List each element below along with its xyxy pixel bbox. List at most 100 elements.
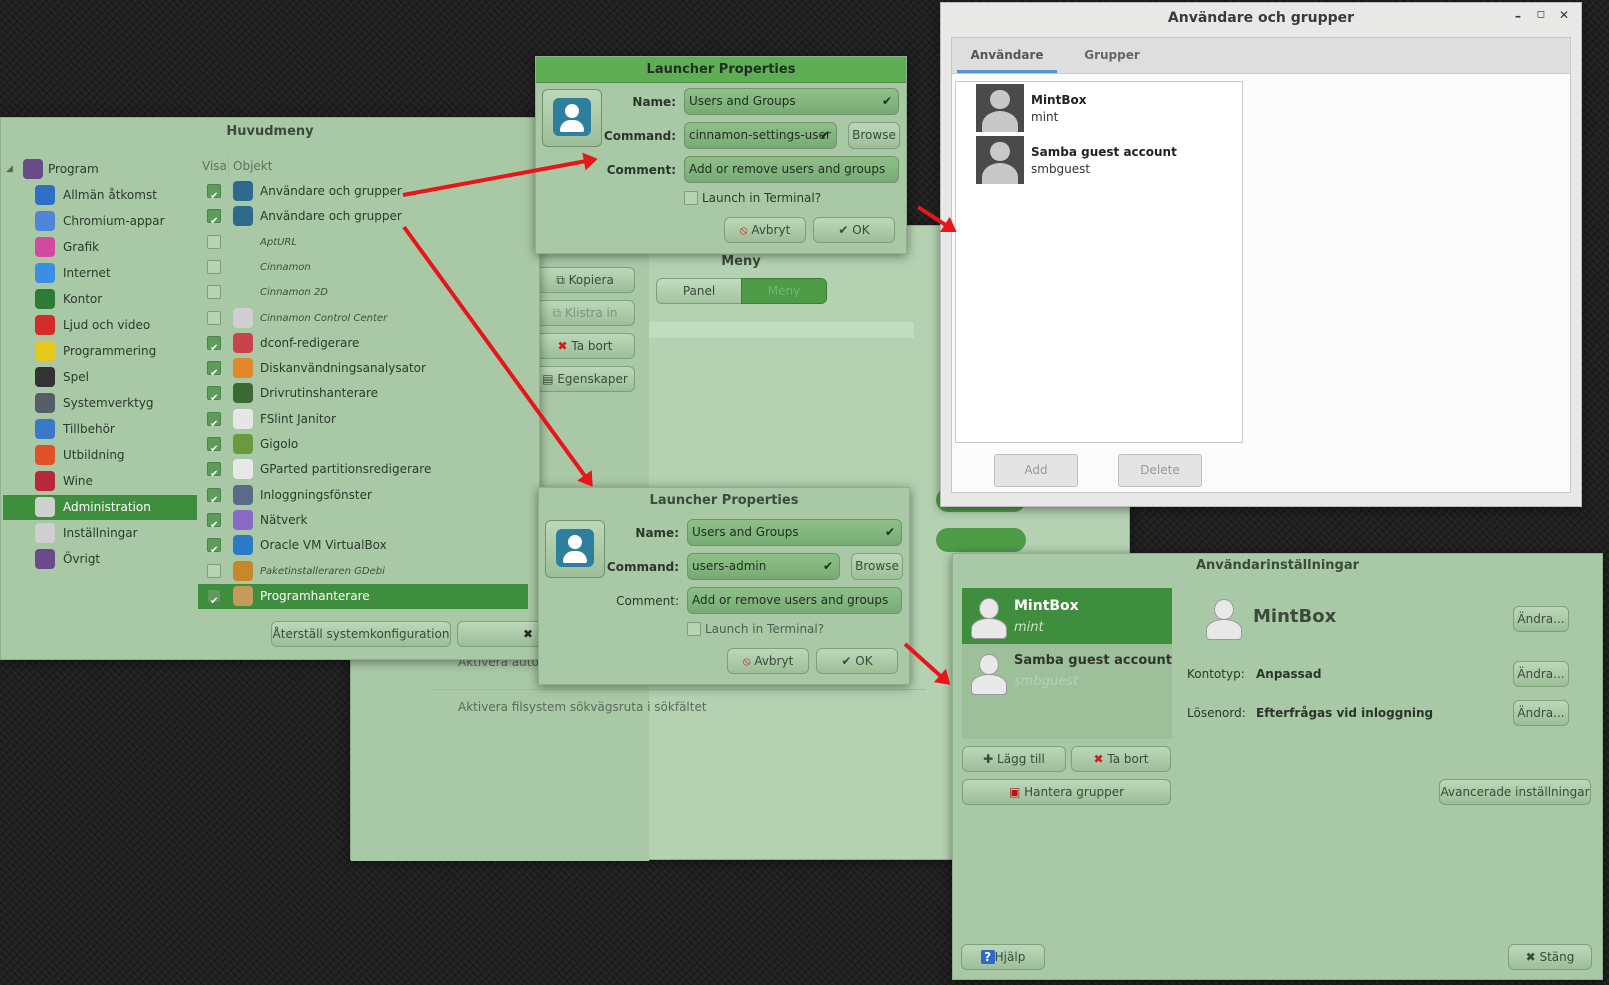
show-checkbox[interactable] xyxy=(207,285,221,300)
column-header-show[interactable]: Visa xyxy=(202,159,227,173)
paste-button[interactable]: ⧉ Klistra in xyxy=(535,300,635,326)
sidebar-item-allmän-åtkomst[interactable]: Allmän åtkomst xyxy=(3,183,197,208)
close-button[interactable]: ✖ xyxy=(457,621,539,647)
remove-user-button[interactable]: ✖ Ta bort xyxy=(1071,746,1171,772)
show-checkbox[interactable] xyxy=(207,386,221,411)
window-title: Huvudmeny xyxy=(226,124,314,139)
list-item[interactable]: MintBox mint xyxy=(962,588,1172,644)
show-checkbox[interactable] xyxy=(207,335,221,361)
browse-button[interactable]: Browse xyxy=(848,122,900,149)
show-checkbox[interactable] xyxy=(207,184,221,209)
launch-in-terminal-checkbox[interactable] xyxy=(684,191,698,205)
comment-field[interactable]: Add or remove users and groups xyxy=(687,587,902,614)
list-item[interactable]: Gigolo xyxy=(198,432,528,462)
minimize-icon[interactable]: – xyxy=(1515,9,1521,23)
check-icon: ✔ xyxy=(819,128,830,142)
sidebar-item-inställningar[interactable]: Inställningar xyxy=(3,521,197,546)
show-checkbox[interactable] xyxy=(207,209,221,234)
show-checkbox[interactable] xyxy=(207,538,221,563)
help-button[interactable]: ? Hjälp xyxy=(961,944,1045,970)
tab-panel[interactable]: Panel xyxy=(656,278,742,304)
copy-button[interactable]: ⧉ Kopiera xyxy=(535,267,635,293)
change-avatar-button[interactable]: Ändra... xyxy=(1513,606,1569,632)
list-item[interactable]: Samba guest account smbguest xyxy=(962,644,1172,700)
show-checkbox[interactable] xyxy=(207,487,221,513)
list-item[interactable]: Programhanterare xyxy=(198,583,528,610)
list-item[interactable]: Cinnamon xyxy=(198,255,528,280)
sidebar-item-ljud-och-video[interactable]: Ljud och video xyxy=(3,313,197,338)
list-item[interactable]: dconf-redigerare xyxy=(198,331,528,361)
sidebar-item-utbildning[interactable]: Utbildning xyxy=(3,443,197,468)
name-field[interactable]: Users and Groups ✔ xyxy=(687,519,902,546)
list-item[interactable]: Drivrutinshanterare xyxy=(198,381,528,411)
column-header-object[interactable]: Objekt xyxy=(233,159,272,173)
tab-meny[interactable]: Meny xyxy=(741,278,827,304)
launcher-icon-button[interactable] xyxy=(542,89,602,147)
sidebar-item-övrigt[interactable]: Övrigt xyxy=(3,547,197,572)
launcher-icon-button[interactable] xyxy=(545,520,605,578)
sidebar-item-systemverktyg[interactable]: Systemverktyg xyxy=(3,391,197,416)
sidebar-item-administration[interactable]: Administration xyxy=(3,495,197,520)
list-item[interactable]: GParted partitionsredigerare xyxy=(198,457,528,487)
show-checkbox[interactable] xyxy=(207,588,221,610)
tab-groups[interactable]: Grupper xyxy=(1067,37,1157,73)
sidebar-item-grafik[interactable]: Grafik xyxy=(3,235,197,260)
delete-button[interactable]: ✖ Ta bort xyxy=(535,333,635,359)
list-item[interactable]: Användare och grupper xyxy=(198,204,528,234)
toggle-switch[interactable] xyxy=(936,528,1026,552)
list-item[interactable]: Cinnamon 2D xyxy=(198,280,528,305)
restore-system-config-button[interactable]: Återställ systemkonfiguration xyxy=(271,621,451,647)
list-item[interactable]: Nätverk xyxy=(198,508,528,538)
close-button[interactable]: ✖ Stäng xyxy=(1508,944,1592,970)
sidebar-item-chromium-appar[interactable]: Chromium-appar xyxy=(3,209,197,234)
list-item[interactable]: Oracle VM VirtualBox xyxy=(198,533,528,563)
list-item[interactable]: Diskanvändningsanalysator xyxy=(198,356,528,386)
show-checkbox[interactable] xyxy=(207,411,221,437)
show-checkbox[interactable] xyxy=(207,361,221,386)
show-checkbox[interactable] xyxy=(207,259,221,274)
show-checkbox[interactable] xyxy=(207,310,221,325)
comment-field[interactable]: Add or remove users and groups xyxy=(684,156,899,183)
sidebar-item-spel[interactable]: Spel xyxy=(3,365,197,390)
list-item[interactable]: Inloggningsfönster xyxy=(198,483,528,513)
sidebar-item-tillbehör[interactable]: Tillbehör xyxy=(3,417,197,442)
list-item[interactable]: FSlint Janitor xyxy=(198,407,528,437)
show-checkbox[interactable] xyxy=(207,234,221,249)
sidebar-item-wine[interactable]: Wine xyxy=(3,469,197,494)
browse-button[interactable]: Browse xyxy=(851,553,903,580)
list-item[interactable]: Programkällor xyxy=(198,609,528,610)
expander-arrow-icon[interactable]: ◢ xyxy=(6,164,13,174)
list-item[interactable]: Samba guest account smbguest xyxy=(976,136,1236,184)
add-user-button[interactable]: ✚ Lägg till xyxy=(962,746,1066,772)
change-account-type-button[interactable]: Ändra... xyxy=(1513,661,1569,687)
launch-in-terminal-checkbox[interactable] xyxy=(687,622,701,636)
cancel-button[interactable]: ⦸ Avbryt xyxy=(724,217,806,243)
show-checkbox[interactable] xyxy=(207,563,221,578)
add-button[interactable]: Add xyxy=(994,454,1078,487)
change-password-button[interactable]: Ändra... xyxy=(1513,700,1569,726)
show-checkbox[interactable] xyxy=(207,512,221,538)
list-item[interactable]: AptURL xyxy=(198,230,528,255)
ok-button[interactable]: ✔ OK xyxy=(816,648,898,674)
sidebar-item-programmering[interactable]: Programmering xyxy=(3,339,197,364)
list-item[interactable]: MintBox mint xyxy=(976,84,1236,132)
command-field[interactable]: cinnamon-settings-user ✔ xyxy=(684,122,837,149)
manage-groups-button[interactable]: ▣ Hantera grupper xyxy=(962,779,1171,805)
show-checkbox[interactable] xyxy=(207,437,221,462)
advanced-settings-button[interactable]: Avancerade inställningar xyxy=(1439,779,1591,805)
copy-icon: ⧉ xyxy=(556,273,569,287)
sidebar-item-program[interactable]: Program xyxy=(19,157,197,182)
command-field[interactable]: users-admin ✔ xyxy=(687,553,840,580)
cancel-button[interactable]: ⦸ Avbryt xyxy=(727,648,809,674)
list-item[interactable]: Paketinstalleraren GDebi xyxy=(198,559,528,584)
maximize-icon[interactable]: ◻ xyxy=(1537,9,1545,20)
sidebar-item-internet[interactable]: Internet xyxy=(3,261,197,286)
close-icon[interactable]: ✕ xyxy=(1559,8,1569,22)
name-field[interactable]: Users and Groups ✔ xyxy=(684,88,899,115)
delete-button[interactable]: Delete xyxy=(1118,454,1202,487)
tab-users[interactable]: Användare xyxy=(957,37,1057,73)
show-checkbox[interactable] xyxy=(207,462,221,487)
sidebar-item-kontor[interactable]: Kontor xyxy=(3,287,197,312)
ok-button[interactable]: ✔ OK xyxy=(813,217,895,243)
properties-button[interactable]: ▤ Egenskaper xyxy=(535,366,635,392)
